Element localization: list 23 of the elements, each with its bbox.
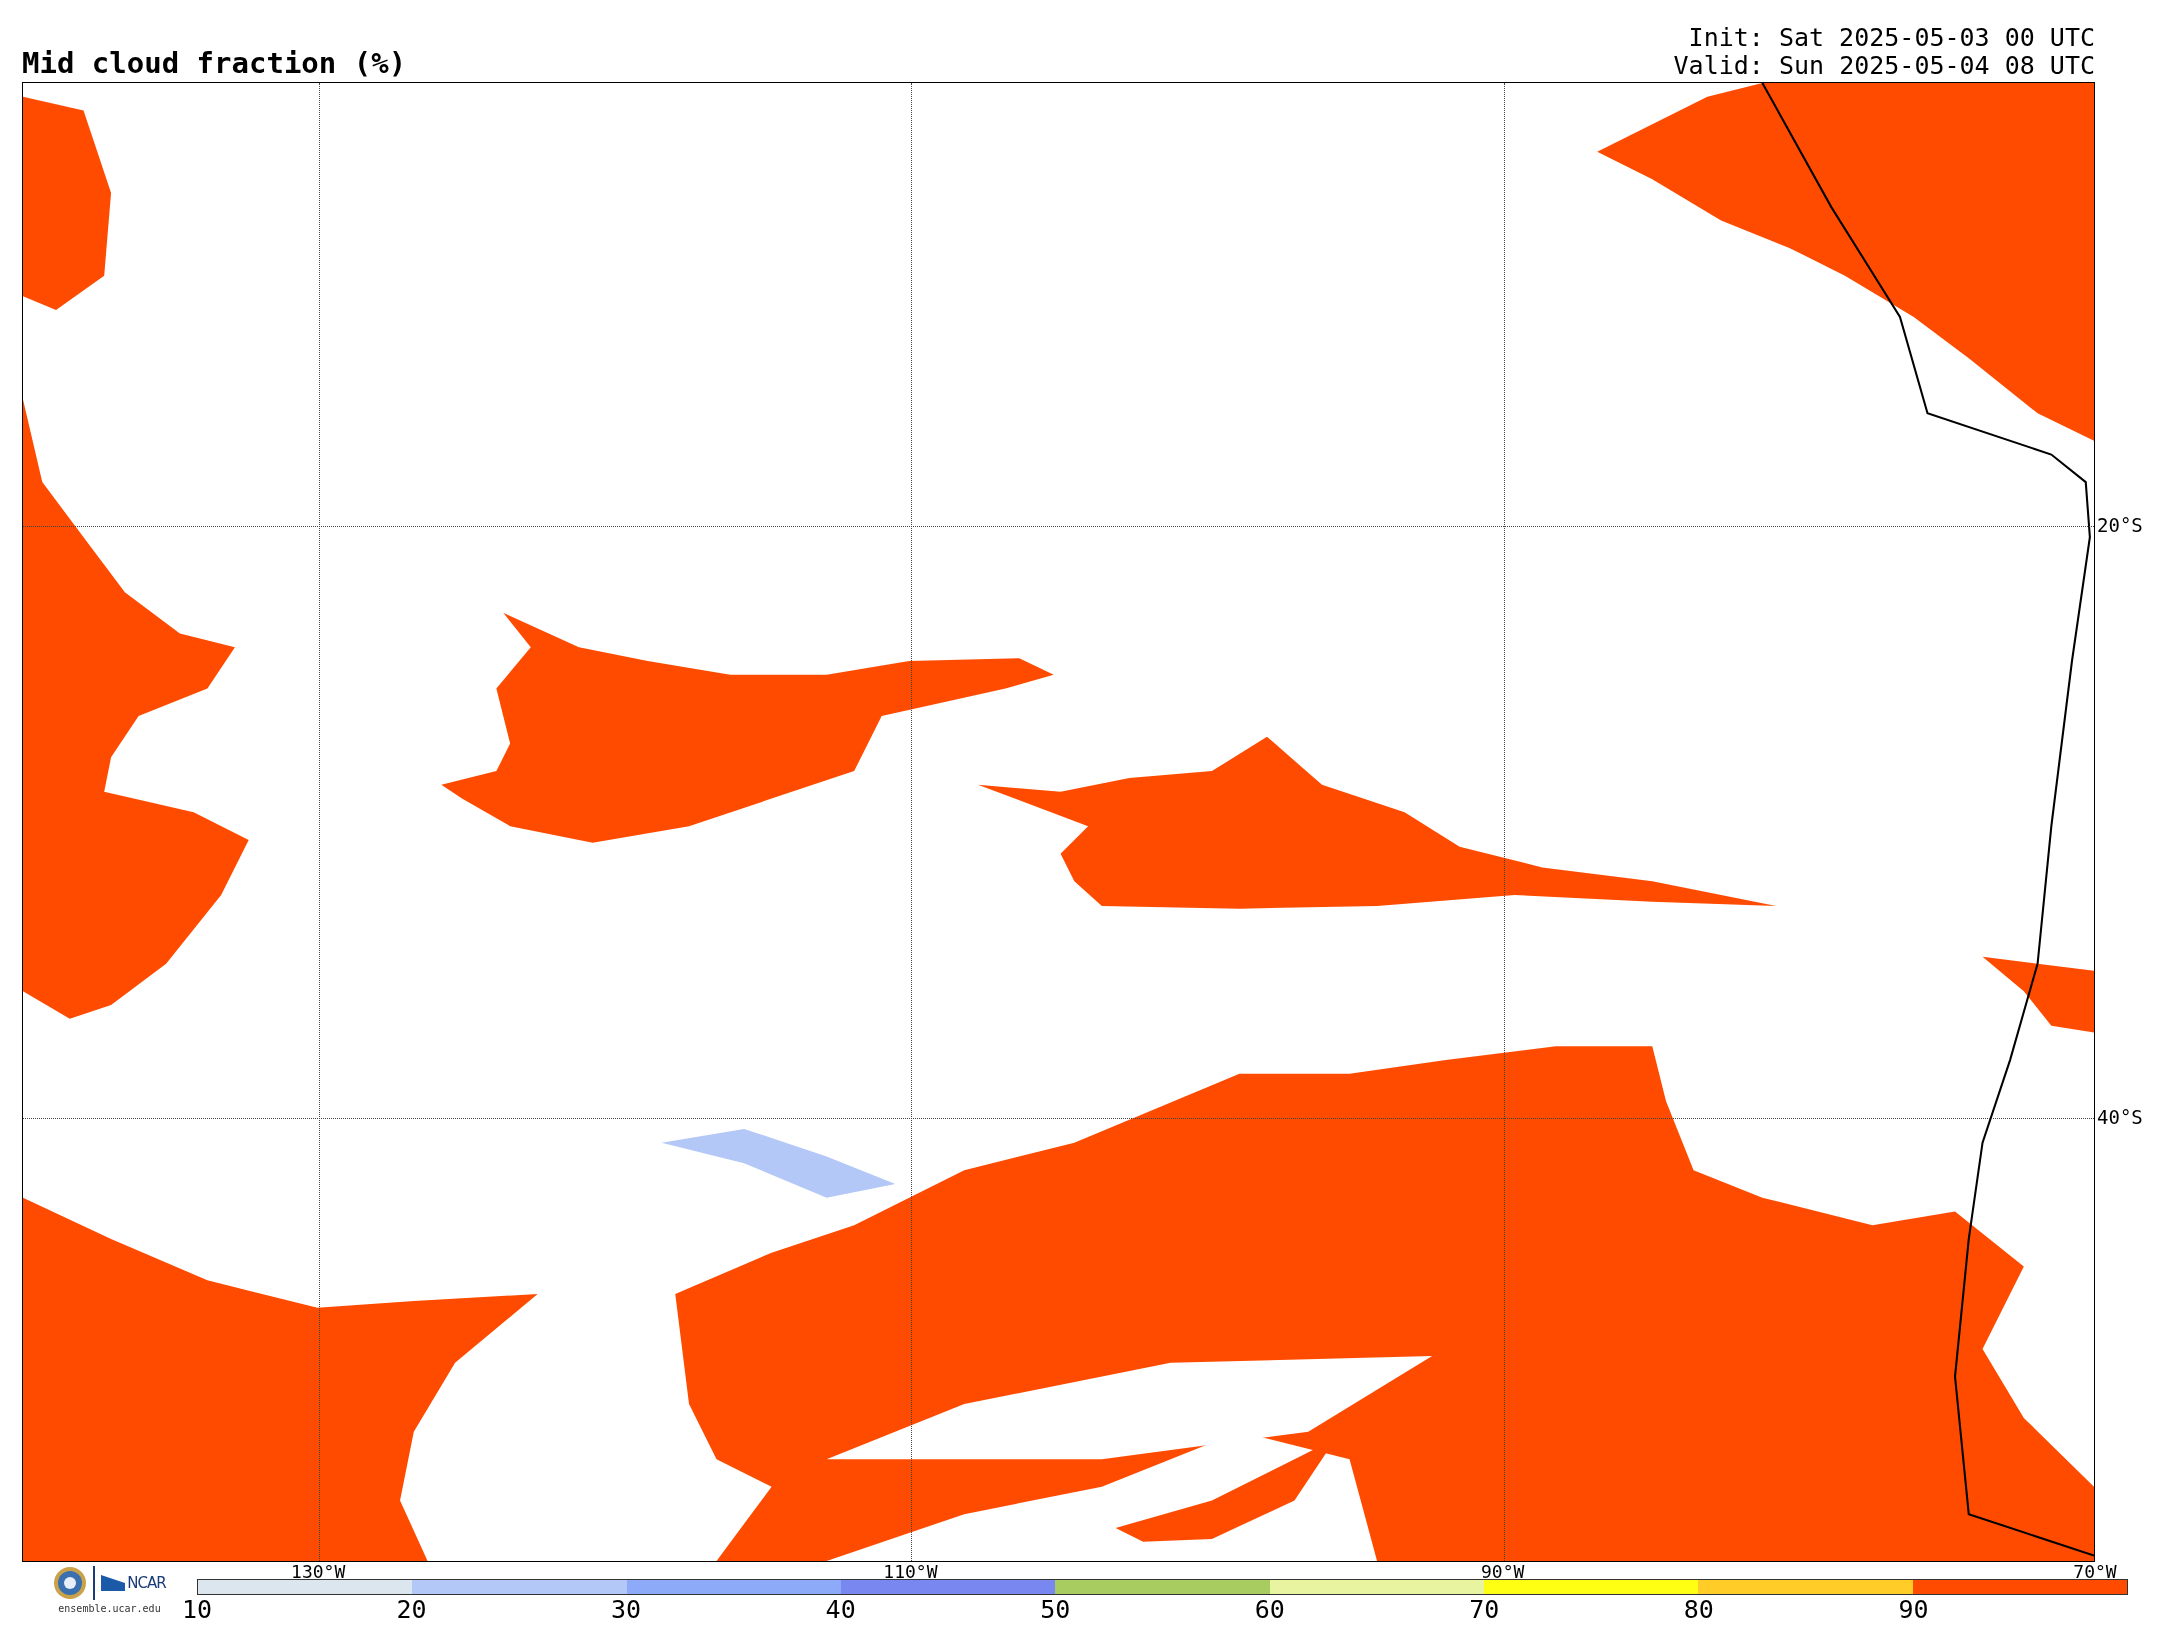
tick-label: 20 <box>396 1596 427 1624</box>
latitude-label: 20°S <box>2097 514 2143 535</box>
longitude-label: 130°W <box>291 1563 346 1581</box>
tick-label: 30 <box>611 1596 642 1624</box>
valid-time: Valid: Sun 2025-05-04 08 UTC <box>1673 52 2095 80</box>
longitude-label: 110°W <box>883 1563 938 1581</box>
tick-label: 90 <box>1898 1596 1929 1624</box>
divider-icon <box>93 1566 96 1600</box>
ncar-logo: NCAR <box>127 1574 166 1592</box>
longitude-label: 90°W <box>1481 1563 1525 1581</box>
tick-label: 80 <box>1683 1596 1714 1624</box>
website-url: ensemble.ucar.edu <box>58 1603 161 1614</box>
tick-label: 40 <box>825 1596 856 1624</box>
tick-label: 10 <box>181 1596 213 1624</box>
latitude-label: 40°S <box>2097 1106 2143 1127</box>
tick-label: 70 <box>1469 1596 1500 1624</box>
tick-label: 50 <box>1040 1596 1071 1624</box>
flag-icon <box>101 1575 126 1591</box>
init-time: Init: Sat 2025-05-03 00 UTC <box>1688 24 2095 52</box>
tick-label: 60 <box>1254 1596 1285 1624</box>
seal-icon <box>53 1566 88 1600</box>
map-title: Mid cloud fraction (%) <box>22 46 407 80</box>
longitude-label: 70°W <box>2073 1563 2117 1581</box>
